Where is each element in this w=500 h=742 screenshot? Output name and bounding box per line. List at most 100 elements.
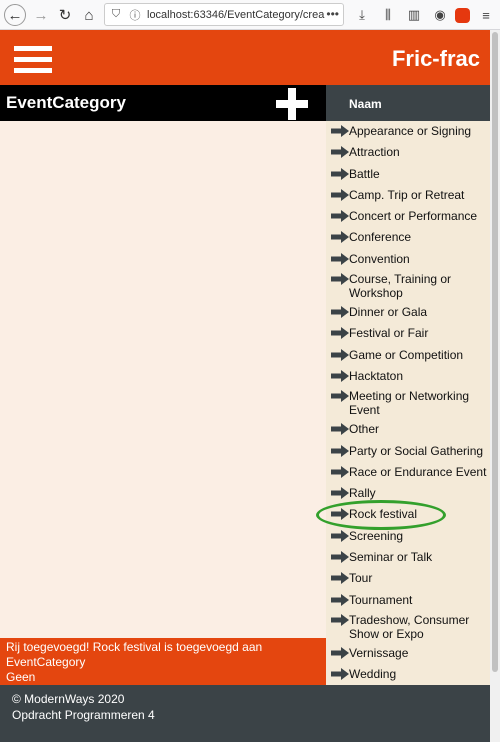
list-item-label: Tournament bbox=[349, 592, 413, 607]
hamburger-menu-icon[interactable] bbox=[14, 46, 52, 74]
arrow-right-icon bbox=[331, 444, 349, 457]
list-item-label: Dinner or Gala bbox=[349, 305, 428, 320]
list-item[interactable]: Hacktaton bbox=[326, 366, 490, 387]
footer-copyright: © ModernWays 2020 bbox=[12, 692, 125, 706]
arrow-right-icon bbox=[331, 125, 349, 137]
list-item-label: Tradeshow, Consumer bbox=[349, 612, 470, 627]
arrow-right-icon bbox=[331, 348, 349, 361]
list-item[interactable]: Wedding bbox=[326, 664, 490, 685]
list-item-label: Seminar or Talk bbox=[349, 550, 433, 565]
list-item-label: Wedding bbox=[349, 667, 397, 682]
list-item-label: Tour bbox=[349, 571, 373, 586]
reload-icon[interactable]: ↻ bbox=[54, 4, 76, 26]
list-item[interactable]: Tour bbox=[326, 568, 490, 589]
arrow-right-icon bbox=[331, 572, 349, 585]
download-icon[interactable]: ⤓ bbox=[352, 5, 372, 25]
column-header-naam: Naam bbox=[349, 97, 382, 111]
arrow-right-icon bbox=[331, 551, 349, 564]
page-title: EventCategory bbox=[6, 93, 126, 112]
pane-title-bar: EventCategory bbox=[0, 85, 326, 121]
home-icon[interactable]: ⌂ bbox=[78, 4, 100, 26]
list-item-label: Appearance or Signing bbox=[349, 124, 472, 138]
arrow-right-icon bbox=[331, 231, 349, 244]
list-item[interactable]: Tournament bbox=[326, 590, 490, 611]
list-item[interactable]: Tradeshow, Consumer Show or Expo bbox=[326, 611, 490, 643]
feedback-line-2: EventCategory bbox=[6, 655, 86, 669]
scrollbar-thumb[interactable] bbox=[492, 32, 498, 672]
list-item[interactable]: Screening bbox=[326, 526, 490, 547]
list-item[interactable]: Vernissage bbox=[326, 643, 490, 664]
detail-pane: EventCategory Rij toegevoegd! Rock festi… bbox=[0, 85, 326, 717]
list-item[interactable]: Meeting or Networking Event bbox=[326, 387, 490, 419]
feedback-message: Rij toegevoegd! Rock festival is toegevo… bbox=[0, 638, 326, 685]
category-list: Appearance or Signing Attraction Battle Cam… bbox=[326, 121, 490, 686]
category-list-pane: Naam Appearance or Signing Attraction Batt… bbox=[326, 85, 490, 685]
app-header: Fric-frac bbox=[0, 30, 490, 85]
arrow-right-icon bbox=[331, 529, 349, 542]
list-item[interactable]: Party or Social Gathering bbox=[326, 441, 490, 462]
list-item[interactable]: Convention bbox=[326, 249, 490, 270]
list-item[interactable]: Dinner or Gala bbox=[326, 302, 490, 323]
list-item-label: Screening bbox=[349, 528, 404, 543]
back-icon[interactable]: ← bbox=[4, 4, 26, 26]
arrow-right-icon bbox=[331, 210, 349, 223]
arrow-right-icon bbox=[331, 146, 349, 159]
arrow-right-icon bbox=[331, 306, 349, 319]
address-bar[interactable]: ⛉ ⓘ localhost:63346/EventCategory/crea •… bbox=[104, 3, 344, 26]
arrow-right-icon bbox=[331, 613, 349, 626]
arrow-right-icon bbox=[331, 273, 349, 286]
list-item-label: Show or Expo bbox=[349, 626, 424, 641]
shield-icon[interactable]: ⛉ bbox=[108, 8, 124, 21]
info-icon[interactable]: ⓘ bbox=[127, 7, 143, 23]
footer: © ModernWays 2020 Opdracht Programmeren … bbox=[0, 685, 490, 742]
page-scrollbar[interactable] bbox=[490, 30, 500, 742]
account-icon[interactable]: ◉ bbox=[430, 5, 450, 25]
list-item-label: Party or Social Gathering bbox=[349, 443, 484, 458]
list-item-label: Other bbox=[349, 422, 380, 437]
list-item-label: Event bbox=[349, 403, 380, 418]
list-item[interactable]: Course, Training or Workshop bbox=[326, 270, 490, 302]
list-item-label: Workshop bbox=[349, 286, 403, 301]
add-button[interactable] bbox=[276, 88, 308, 120]
list-item-label: Race or Endurance Event bbox=[349, 464, 487, 479]
highlight-ellipse bbox=[316, 500, 446, 530]
forward-icon[interactable]: → bbox=[30, 4, 52, 26]
list-item[interactable]: Festival or Fair bbox=[326, 323, 490, 344]
list-item-label: Battle bbox=[349, 166, 380, 181]
arrow-right-icon bbox=[331, 167, 349, 180]
list-item[interactable]: Other bbox=[326, 419, 490, 440]
feedback-line-3: Geen bbox=[6, 670, 36, 684]
list-item[interactable]: Attraction bbox=[326, 142, 490, 163]
list-item[interactable]: Game or Competition bbox=[326, 345, 490, 366]
list-header: Naam bbox=[326, 85, 490, 121]
list-item[interactable]: Race or Endurance Event bbox=[326, 462, 490, 483]
sidebar-icon[interactable]: ▥ bbox=[404, 5, 424, 25]
list-item-label: Rally bbox=[349, 486, 376, 501]
arrow-right-icon bbox=[331, 646, 349, 659]
list-item[interactable]: Seminar or Talk bbox=[326, 547, 490, 568]
list-item-label: Camp. Trip or Retreat bbox=[349, 187, 465, 202]
page-actions-button[interactable]: ••• bbox=[326, 7, 339, 21]
menu-icon[interactable]: ≡ bbox=[476, 5, 496, 25]
arrow-right-icon bbox=[331, 327, 349, 340]
list-item[interactable]: Battle bbox=[326, 164, 490, 185]
list-item-label: Game or Competition bbox=[349, 347, 464, 362]
list-item-label: Course, Training or bbox=[349, 272, 452, 287]
arrow-right-icon bbox=[331, 423, 349, 436]
app-title: Fric-frac bbox=[391, 46, 480, 71]
extension-icon[interactable] bbox=[455, 8, 470, 23]
list-item-label: Convention bbox=[349, 251, 410, 266]
url-text[interactable]: localhost:63346/EventCategory/crea bbox=[147, 9, 325, 21]
list-item[interactable]: Conference bbox=[326, 227, 490, 248]
list-item[interactable]: Appearance or Signing bbox=[326, 121, 490, 142]
list-item-label: Hacktaton bbox=[349, 368, 404, 383]
arrow-right-icon bbox=[331, 252, 349, 265]
list-item-label: Festival or Fair bbox=[349, 326, 429, 341]
library-icon[interactable]: ⫼ bbox=[378, 5, 398, 25]
arrow-right-icon bbox=[331, 593, 349, 606]
list-item[interactable]: Camp. Trip or Retreat bbox=[326, 185, 490, 206]
list-item-label: Meeting or Networking bbox=[349, 389, 470, 404]
list-item[interactable]: Concert or Performance bbox=[326, 206, 490, 227]
arrow-right-icon bbox=[331, 369, 349, 382]
list-item-label: Conference bbox=[349, 230, 412, 245]
